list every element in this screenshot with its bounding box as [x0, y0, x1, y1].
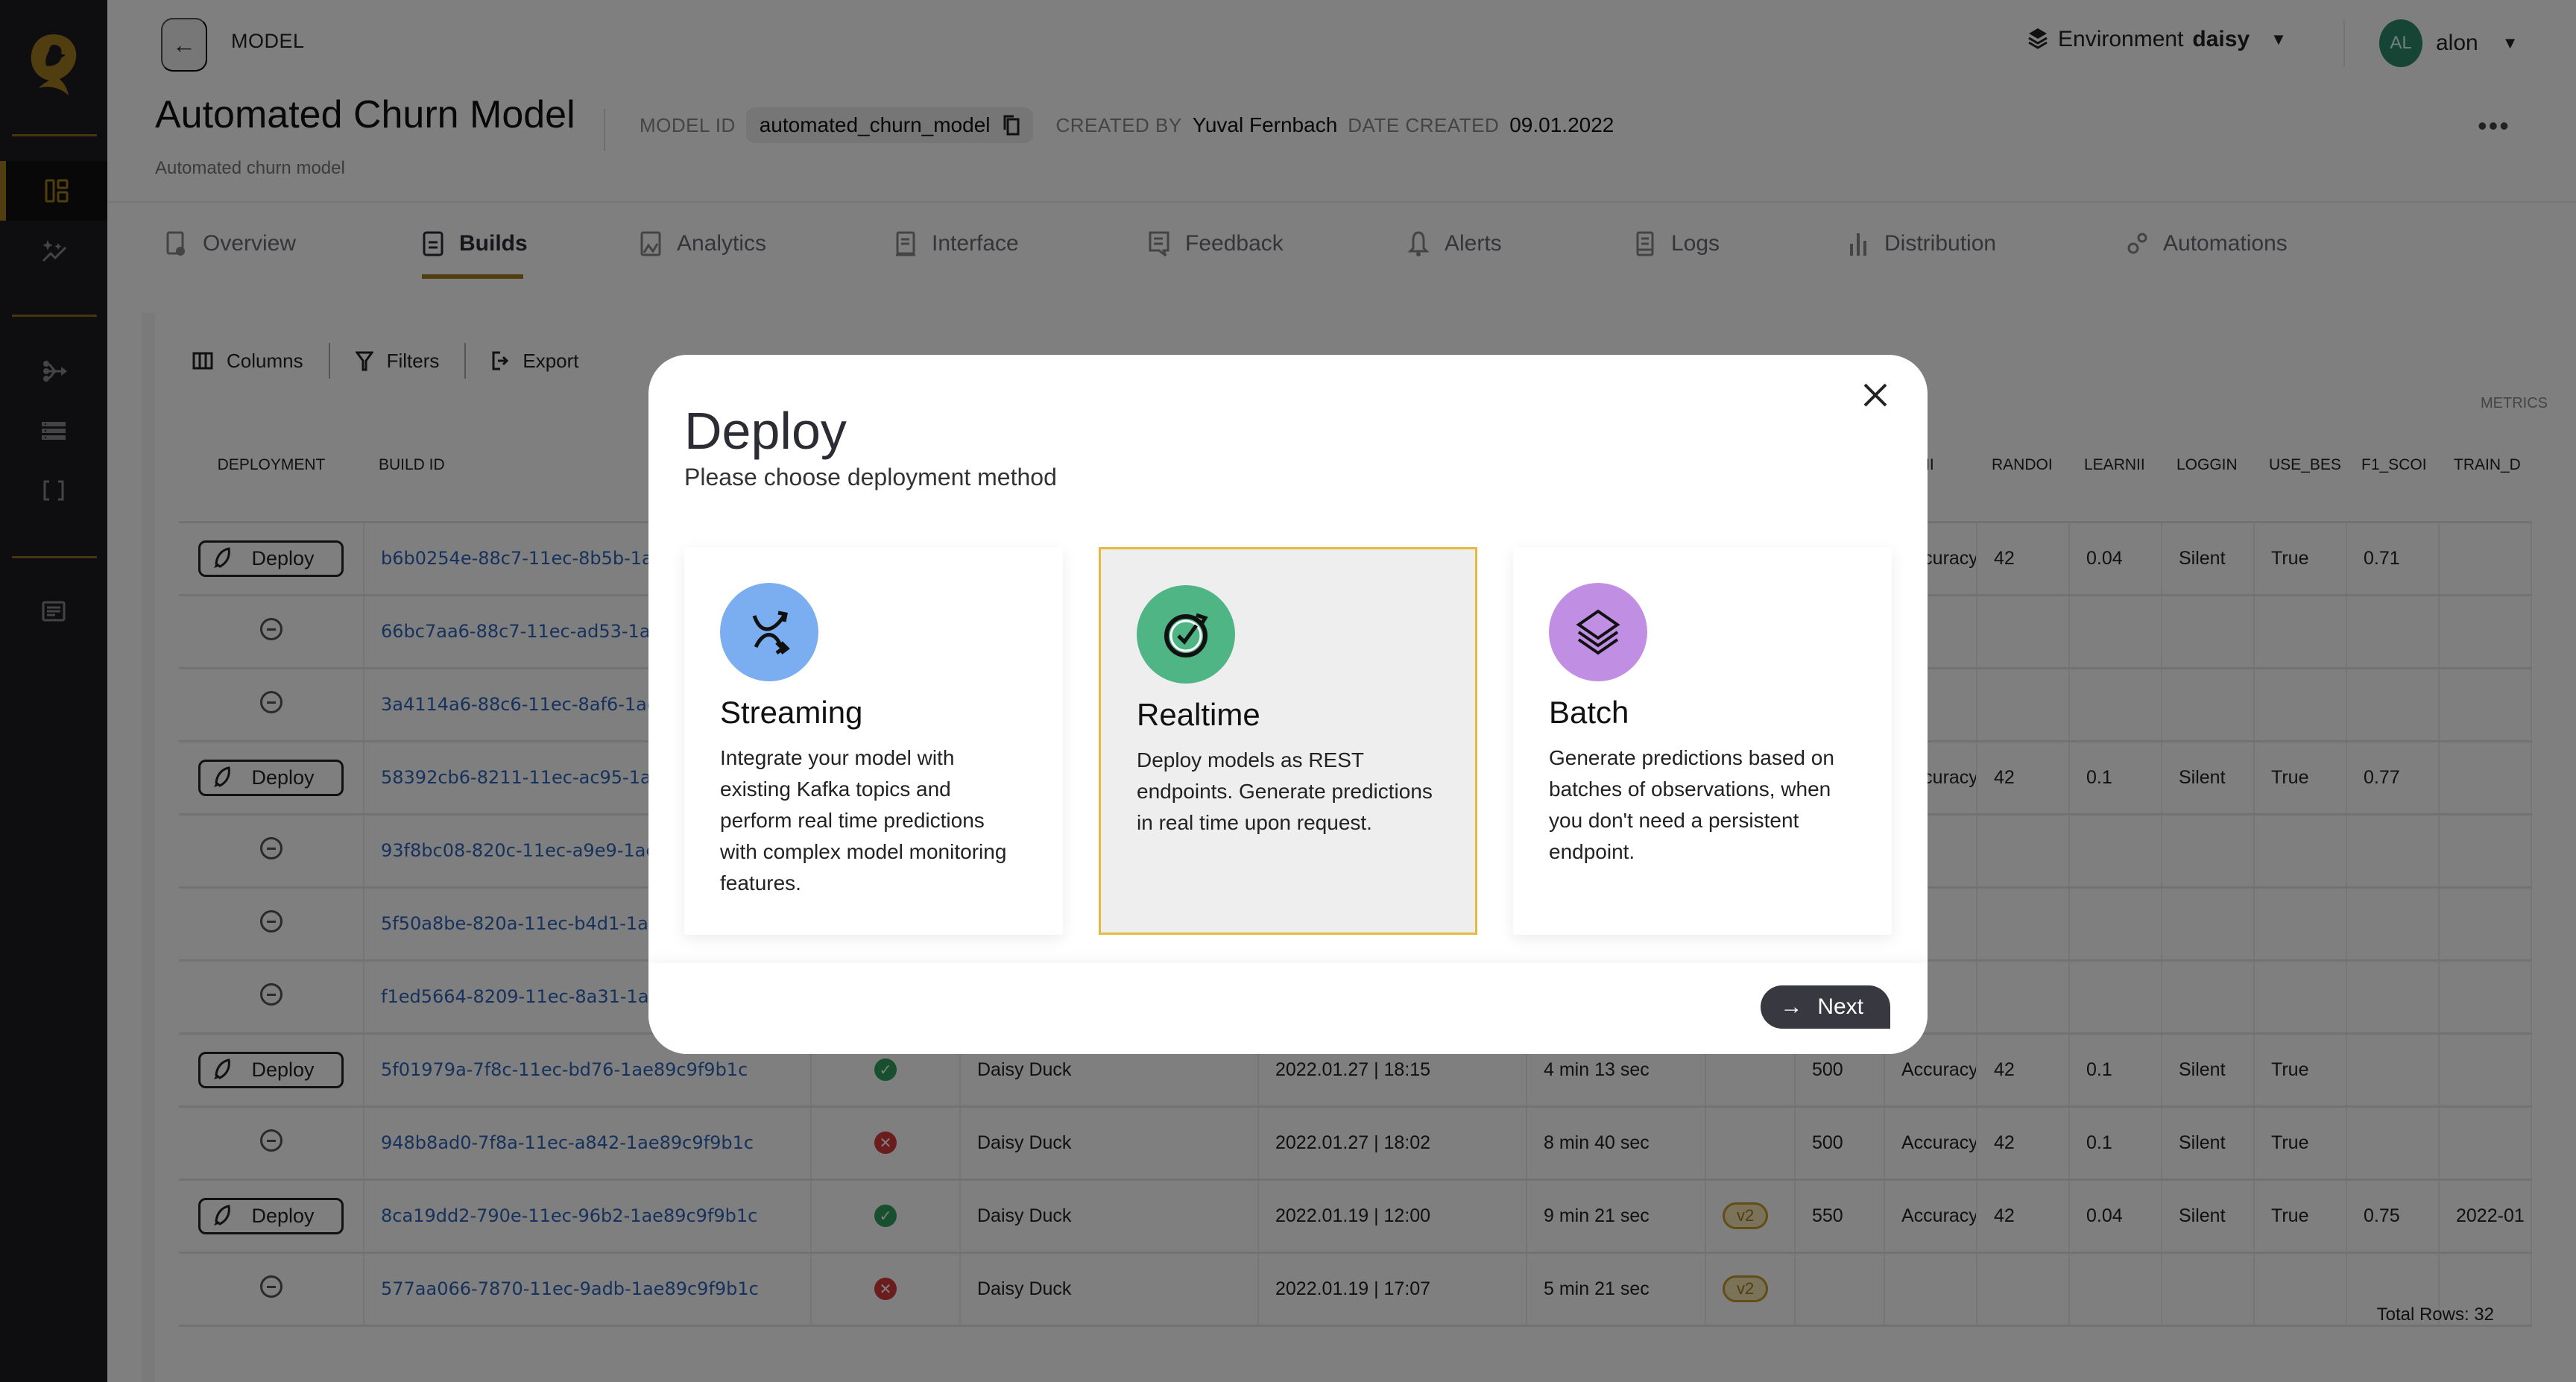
- clock-check-icon: [1164, 613, 1208, 657]
- modal-footer: → Next: [648, 963, 1928, 1054]
- close-button[interactable]: [1853, 373, 1898, 417]
- modal-subtitle: Please choose deployment method: [684, 464, 1057, 490]
- option-description: Generate predictions based on batches of…: [1549, 746, 1834, 863]
- deployment-options: Streaming Integrate your model with exis…: [684, 547, 1892, 935]
- option-title: Streaming: [720, 695, 863, 730]
- streaming-arrows-icon: [752, 610, 790, 654]
- streaming-icon-badge: [720, 583, 818, 681]
- deploy-modal: Deploy Please choose deployment method S…: [648, 355, 1928, 1054]
- option-description: Integrate your model with existing Kafka…: [720, 746, 1007, 894]
- option-realtime[interactable]: Realtime Deploy models as REST endpoints…: [1099, 547, 1477, 935]
- close-icon: [1863, 383, 1887, 407]
- layers-icon: [1576, 609, 1620, 655]
- next-button[interactable]: → Next: [1761, 985, 1890, 1029]
- realtime-icon-badge: [1137, 585, 1235, 684]
- option-batch[interactable]: Batch Generate predictions based on batc…: [1513, 547, 1892, 935]
- option-description: Deploy models as REST endpoints. Generat…: [1137, 748, 1433, 834]
- option-title: Realtime: [1137, 697, 1260, 732]
- batch-icon-badge: [1549, 583, 1647, 681]
- option-title: Batch: [1549, 695, 1629, 730]
- option-streaming[interactable]: Streaming Integrate your model with exis…: [684, 547, 1063, 935]
- modal-title: Deploy: [684, 402, 847, 460]
- arrow-right-icon: →: [1780, 994, 1803, 1019]
